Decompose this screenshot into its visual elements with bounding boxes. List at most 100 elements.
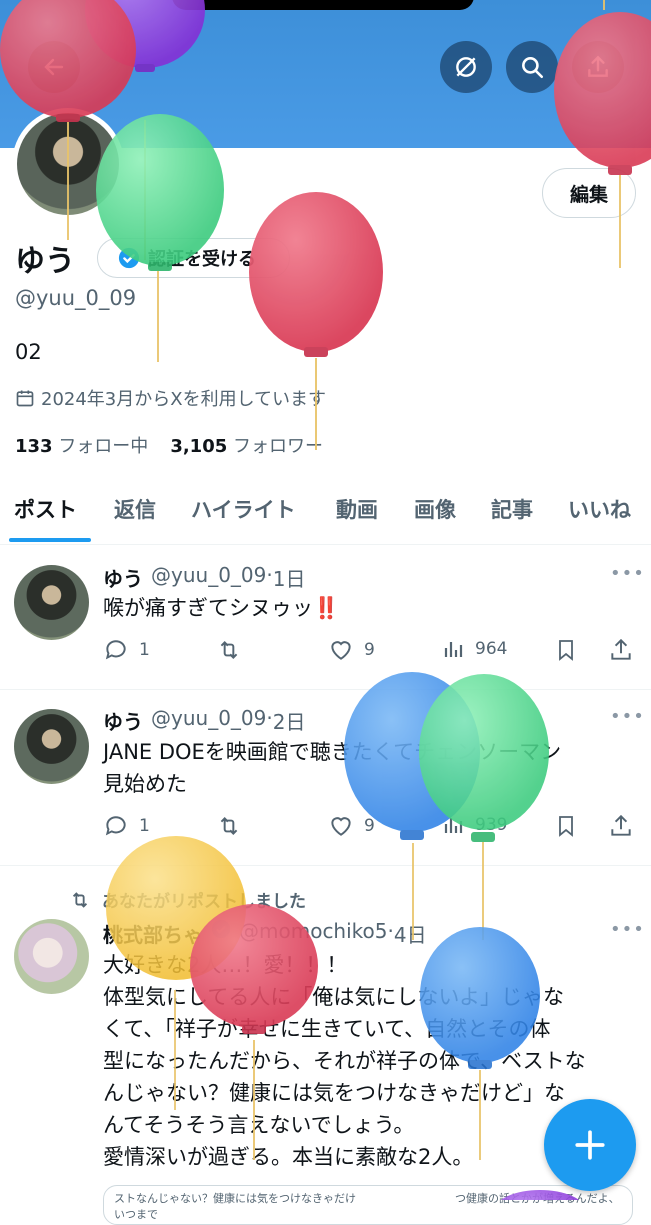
quoted-post-card[interactable]: ストなんじゃない？健康には気をつけなきゃだけ つ健康の話とかが増えるんだよ、いつ… [103, 1185, 633, 1225]
tab-replies[interactable]: 返信 [114, 494, 156, 524]
grok-icon [456, 57, 476, 77]
post-text-line: JANE DOEを映画館で聴きたくてチェンソーマン [103, 740, 562, 764]
post-avatar[interactable] [14, 919, 89, 994]
profile-bio: 02 [15, 340, 42, 364]
post-author-name[interactable]: ゆう [103, 563, 143, 592]
reply-icon [105, 640, 126, 660]
post-avatar[interactable] [14, 709, 89, 784]
calendar-icon [16, 390, 34, 407]
followers-link[interactable]: 3,105 フォロワー [170, 432, 323, 458]
like-count: 9 [364, 640, 375, 660]
following-count: 133 [15, 436, 53, 457]
edit-profile-button[interactable]: 編集 [542, 168, 636, 218]
following-label: フォロー中 [58, 436, 149, 457]
reply-count: 1 [139, 640, 150, 660]
search-button[interactable] [506, 41, 558, 93]
post-author-name[interactable]: ゆう [103, 706, 143, 735]
more-options-icon[interactable]: ••• [610, 563, 645, 584]
tab-articles[interactable]: 記事 [491, 494, 533, 524]
repost-icon [220, 641, 238, 659]
tab-videos[interactable]: 動画 [336, 494, 378, 524]
reply-icon [105, 816, 126, 836]
post-time: 4日 [393, 923, 427, 947]
compose-post-button[interactable] [544, 1099, 636, 1191]
post-header: ゆう @yuu_0_09 · 1日 [103, 563, 305, 592]
post-text-line: 大好きな2人…！愛！！！ [103, 953, 348, 977]
like-count: 9 [364, 816, 375, 836]
post-text-line: んじゃない？健康には気をつけなきゃだけど」な [103, 1081, 565, 1105]
post-actions: 1 9 964 [103, 637, 643, 667]
views-button[interactable]: 964 [441, 637, 507, 661]
profile-handle: @yuu_0_09 [15, 286, 137, 310]
post-text-line: 型になったんだから、それが祥子の体で、ベストな [103, 1049, 586, 1073]
device-notch [172, 0, 474, 10]
reply-button[interactable]: 1 [103, 813, 150, 839]
post-text-line: 体型気にしてる人に「俺は気にしないよ」じゃな [103, 985, 564, 1009]
view-count: 964 [475, 639, 508, 659]
post-author-name[interactable]: 桃式部ちゃ [103, 919, 203, 948]
repost-button[interactable] [215, 813, 243, 839]
joined-date-text: 2024年3月からXを利用しています [41, 389, 327, 410]
post-item[interactable]: ゆう @yuu_0_09 · 1日 ••• 喉が痛すぎてシヌゥッ‼️ 1 9 964 [0, 545, 651, 690]
followers-count: 3,105 [170, 436, 228, 457]
share-post-button[interactable] [608, 813, 634, 839]
verified-badge-icon [118, 247, 140, 269]
tab-likes[interactable]: いいね [568, 494, 631, 524]
post-author-handle: @momochiko5 [239, 919, 388, 943]
post-text-line: 見始めた [103, 772, 187, 796]
bookmark-icon [559, 816, 573, 837]
more-options-icon[interactable]: ••• [610, 919, 645, 940]
like-button[interactable]: 9 [328, 813, 375, 839]
profile-avatar[interactable] [12, 108, 124, 220]
verified-badge-icon [211, 919, 231, 939]
post-text: JANE DOEを映画館で聴きたくてチェンソーマン 見始めた [103, 736, 633, 800]
heart-icon [331, 817, 351, 836]
bookmark-button[interactable] [554, 813, 578, 839]
heart-icon [331, 641, 351, 660]
post-text-line: くて、「祥子が幸せに生きていて、自然とその体 [103, 1017, 551, 1041]
repost-indicator: あなたがリポストしました [68, 887, 306, 912]
reply-count: 1 [139, 816, 150, 836]
view-count: 939 [475, 815, 508, 835]
search-icon [522, 57, 544, 79]
post-time: 2日 [272, 710, 306, 734]
share-icon [611, 638, 631, 660]
profile-name: ゆう [15, 244, 75, 279]
post-author-handle: @yuu_0_09 [151, 563, 267, 587]
get-verified-button[interactable]: 認証を受ける [97, 238, 290, 278]
post-time: 1日 [272, 567, 306, 591]
share-icon [588, 55, 608, 77]
post-avatar[interactable] [14, 565, 89, 640]
plus-icon [575, 1130, 605, 1160]
post-text: 喉が痛すぎてシヌゥッ‼️ [103, 596, 340, 620]
grok-button[interactable] [440, 41, 492, 93]
tab-highlights[interactable]: ハイライト [191, 494, 296, 524]
following-link[interactable]: 133 フォロー中 [15, 432, 148, 458]
like-button[interactable]: 9 [328, 637, 375, 663]
follow-stats: 133 フォロー中 3,105 フォロワー [15, 432, 323, 458]
repost-button[interactable] [215, 637, 243, 663]
repost-note-text: あなたがリポストしました [102, 892, 306, 912]
tab-posts[interactable]: ポスト [14, 494, 77, 524]
back-button[interactable] [28, 41, 80, 93]
post-author-handle: @yuu_0_09 [151, 706, 267, 730]
joined-date: 2024年3月からXを利用しています [15, 385, 326, 411]
post-header: 桃式部ちゃ @momochiko5 · 4日 [103, 919, 427, 948]
post-header: ゆう @yuu_0_09 · 2日 [103, 706, 305, 735]
share-post-button[interactable] [608, 637, 634, 663]
repost-icon [72, 891, 88, 908]
more-options-icon[interactable]: ••• [610, 706, 645, 727]
repost-icon [220, 817, 238, 835]
back-arrow-icon [44, 58, 64, 76]
views-chart-icon [444, 818, 463, 833]
views-button[interactable]: 939 [441, 813, 507, 837]
tab-images[interactable]: 画像 [414, 494, 456, 524]
bookmark-icon [559, 640, 573, 661]
share-button[interactable] [572, 41, 624, 93]
bookmark-button[interactable] [554, 637, 578, 663]
views-chart-icon [444, 642, 463, 657]
active-tab-indicator [9, 538, 91, 542]
post-item[interactable]: ゆう @yuu_0_09 · 2日 ••• JANE DOEを映画館で聴きたくてチェ… [0, 689, 651, 866]
balloon-red [249, 192, 383, 450]
reply-button[interactable]: 1 [103, 637, 150, 663]
